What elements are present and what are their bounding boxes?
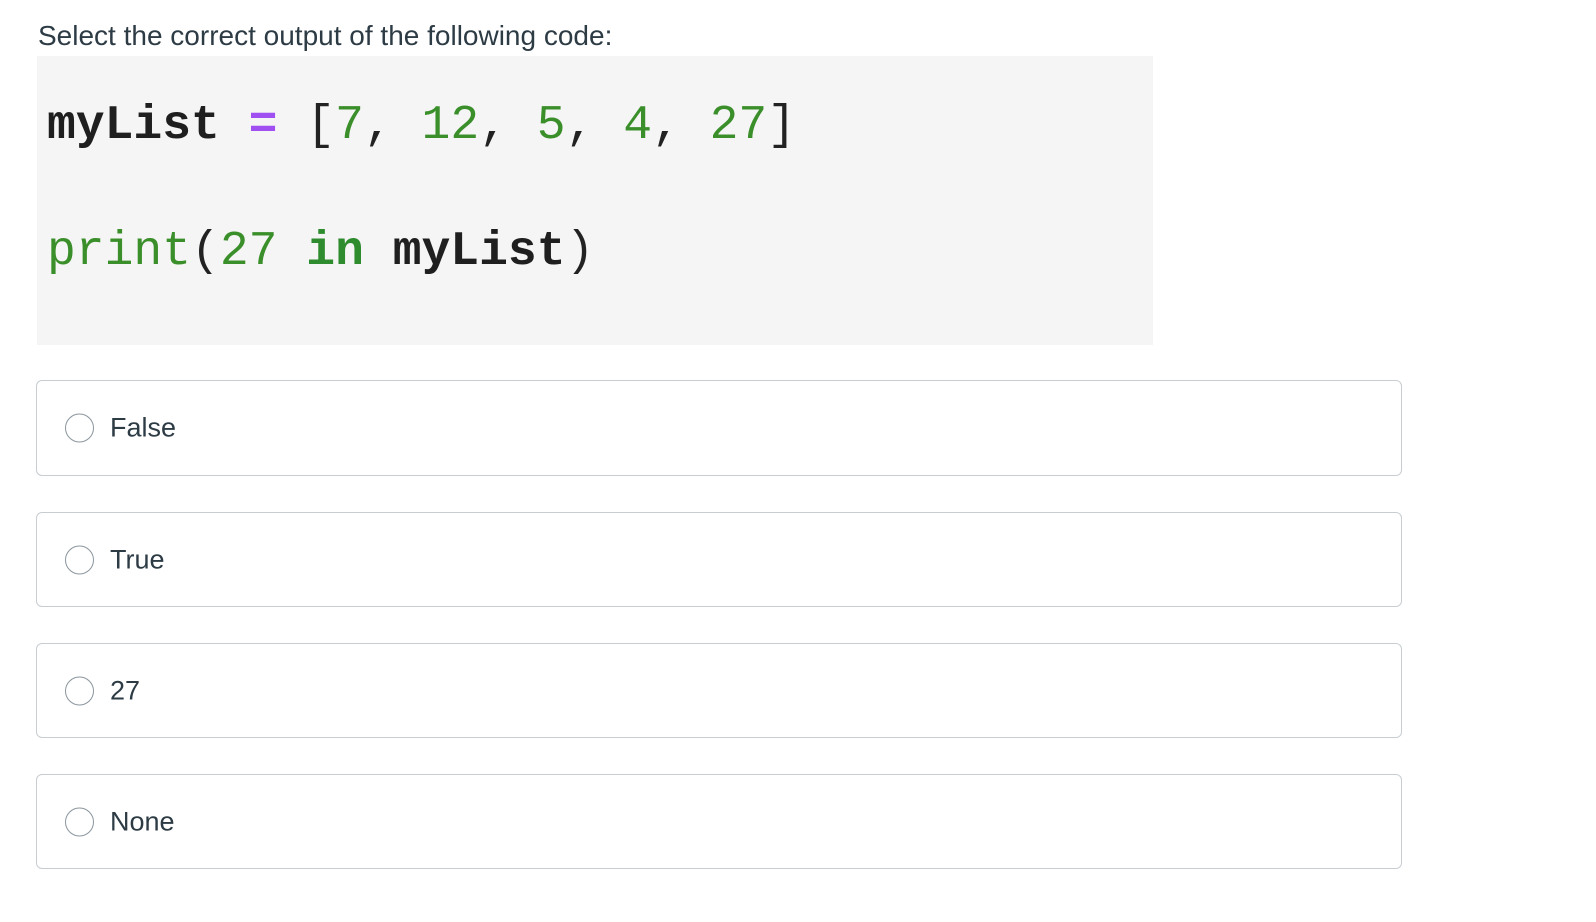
- code-operator: =: [248, 99, 278, 153]
- question-text: Select the correct output of the followi…: [38, 20, 613, 51]
- radio-button[interactable]: [65, 545, 94, 574]
- code-list-item: 5: [536, 99, 566, 153]
- code-list-item: 4: [623, 99, 652, 153]
- answer-label: True: [110, 544, 165, 574]
- code-bracket-open: [: [306, 99, 336, 153]
- code-list-item: 27: [709, 99, 768, 153]
- code-bracket-close: ]: [767, 99, 797, 153]
- code-line-1: myList = [7, 12, 5, 4, 27]: [47, 98, 796, 154]
- code-builtin-print: print: [47, 225, 192, 279]
- code-list-item: 7: [335, 99, 364, 153]
- code-variable: myList: [47, 99, 220, 153]
- code-paren-close: ): [565, 225, 595, 279]
- code-comma: ,: [479, 99, 508, 153]
- answer-option-false[interactable]: False: [36, 380, 1402, 476]
- code-paren-open: (: [191, 225, 220, 279]
- radio-button[interactable]: [65, 807, 94, 836]
- radio-button[interactable]: [65, 413, 94, 443]
- code-comma: ,: [565, 99, 595, 153]
- code-name: myList: [392, 225, 566, 279]
- code-comma: ,: [363, 99, 393, 153]
- answer-option-true[interactable]: True: [36, 512, 1402, 607]
- code-list-item: 12: [421, 99, 480, 153]
- code-keyword-in: in: [306, 225, 364, 279]
- answer-label: 27: [110, 675, 141, 705]
- code-block: myList = [7, 12, 5, 4, 27] print(27 in m…: [37, 56, 1153, 345]
- code-comma: ,: [652, 99, 681, 153]
- answer-list: False True 27 None: [36, 380, 1402, 905]
- radio-button[interactable]: [65, 676, 94, 705]
- answer-option-27[interactable]: 27: [36, 643, 1402, 738]
- answer-label: False: [110, 412, 177, 443]
- code-line-2: print(27 in myList): [47, 224, 594, 280]
- code-number: 27: [219, 225, 278, 279]
- answer-label: None: [110, 806, 175, 836]
- answer-option-none[interactable]: None: [36, 774, 1402, 869]
